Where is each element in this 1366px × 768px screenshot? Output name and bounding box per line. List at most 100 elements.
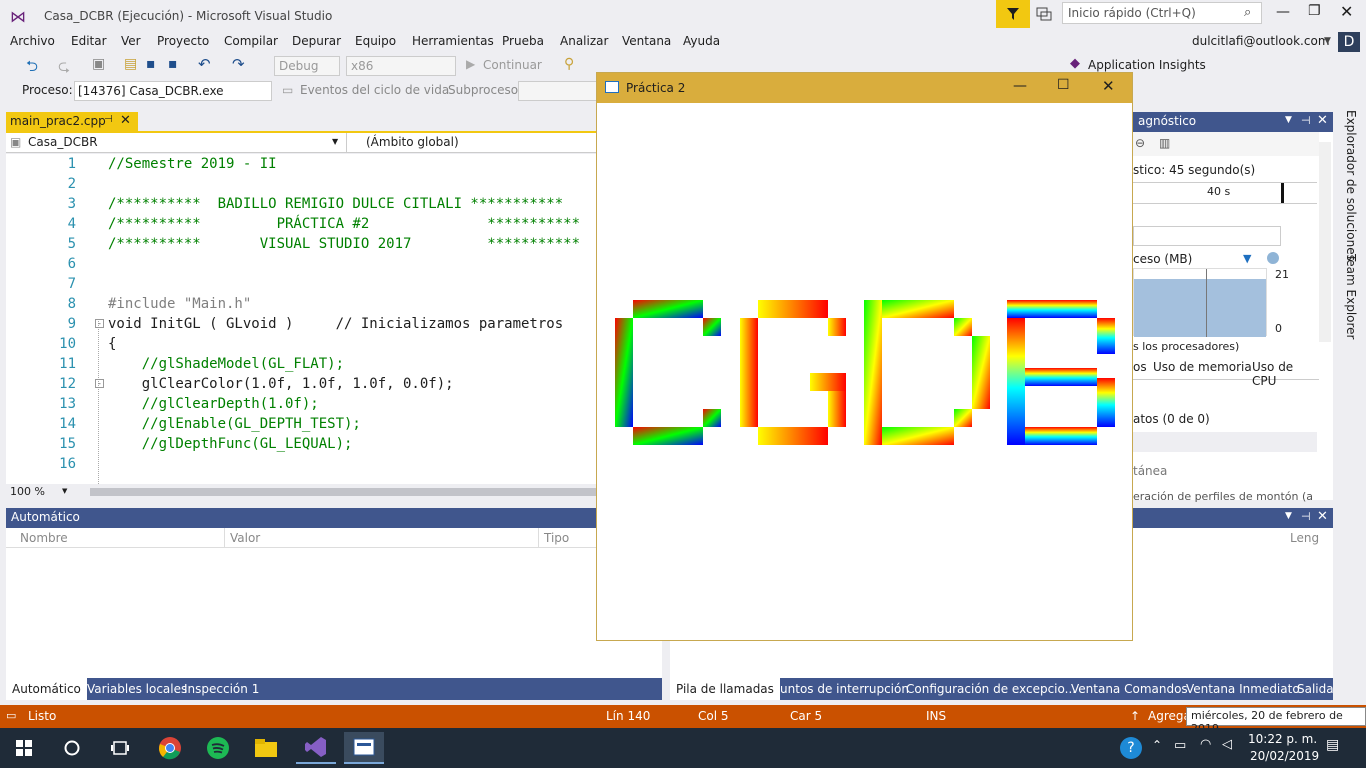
menu-archivo[interactable]: Archivo bbox=[10, 34, 55, 48]
menu-ver[interactable]: Ver bbox=[121, 34, 141, 48]
chevron-down-icon[interactable]: ▼ bbox=[1324, 36, 1331, 46]
subprocess-select[interactable] bbox=[518, 81, 598, 101]
status-column[interactable]: Col 5 bbox=[698, 709, 729, 723]
save-all-icon[interactable]: ▪ bbox=[168, 56, 178, 72]
tab-salida[interactable]: Salida bbox=[1291, 678, 1340, 700]
project-scope-select[interactable]: Casa_DCBR bbox=[28, 135, 98, 149]
menu-proyecto[interactable]: Proyecto bbox=[157, 34, 209, 48]
battery-icon[interactable]: ▭ bbox=[1174, 738, 1186, 753]
opengl-window[interactable]: Práctica 2 — ☐ ✕ bbox=[596, 72, 1133, 641]
close-icon[interactable]: ✕ bbox=[1317, 113, 1328, 128]
status-line[interactable]: Lín 140 bbox=[606, 709, 650, 723]
menu-herramientas[interactable]: Herramientas bbox=[412, 34, 494, 48]
pin-icon[interactable]: ⊣ bbox=[1301, 114, 1311, 127]
tab-ventana-inmediato[interactable]: Ventana Inmediato bbox=[1180, 678, 1306, 700]
redo-icon[interactable]: ↷ bbox=[232, 55, 245, 73]
opengl-app-taskbar-icon[interactable] bbox=[344, 732, 384, 764]
close-button[interactable]: ✕ bbox=[1340, 2, 1353, 21]
chrome-icon[interactable] bbox=[150, 732, 190, 764]
play-icon[interactable]: ▶ bbox=[466, 57, 475, 71]
global-scope-select[interactable]: (Ámbito global) bbox=[366, 135, 459, 149]
notifications-icon[interactable]: ▤ bbox=[1326, 737, 1339, 753]
task-view-icon[interactable] bbox=[100, 732, 140, 764]
chevron-down-icon[interactable]: ▼ bbox=[62, 487, 67, 495]
new-project-icon[interactable]: ▣ bbox=[92, 56, 105, 72]
pin-icon[interactable]: ⊣ bbox=[1301, 510, 1311, 523]
feedback-icon[interactable] bbox=[1036, 6, 1052, 22]
restore-button[interactable]: ❐ bbox=[1308, 3, 1321, 19]
open-file-icon[interactable]: ▤ bbox=[124, 56, 137, 72]
status-insert-mode[interactable]: INS bbox=[926, 709, 946, 723]
taskbar-date[interactable]: 20/02/2019 bbox=[1250, 749, 1319, 763]
minimize-button[interactable]: — bbox=[1276, 4, 1290, 20]
horizontal-scrollbar[interactable] bbox=[90, 488, 596, 496]
collapse-icon[interactable]: - bbox=[95, 379, 104, 388]
zoom-select[interactable]: 100 % bbox=[10, 485, 45, 498]
timeline-marker[interactable] bbox=[1281, 183, 1284, 203]
menu-prueba[interactable]: Prueba bbox=[502, 34, 544, 48]
platform-select[interactable]: x86 bbox=[346, 56, 456, 76]
volume-icon[interactable]: ◁ bbox=[1222, 737, 1232, 752]
tab-main-prac2[interactable]: main_prac2.cpp ⊣ ✕ bbox=[6, 112, 138, 132]
find-icon[interactable]: ⚲ bbox=[564, 56, 574, 72]
taskbar-time[interactable]: 10:22 p. m. bbox=[1248, 732, 1317, 746]
tab-explorador-de-soluciones[interactable]: Explorador de soluciones bbox=[1344, 110, 1358, 261]
cortana-icon[interactable] bbox=[52, 732, 92, 764]
code-editor[interactable]: 1//Semestre 2019 - II 2 3/********** BAD… bbox=[6, 154, 596, 484]
minimize-button[interactable]: — bbox=[1013, 78, 1027, 94]
wifi-icon[interactable]: ◠ bbox=[1200, 737, 1211, 752]
lifecycle-events-select[interactable]: Eventos del ciclo de vida bbox=[300, 83, 449, 97]
column-tipo[interactable]: Tipo bbox=[544, 531, 569, 545]
tab-puntos-de-interrupcion[interactable]: Puntos de interrupción bbox=[767, 678, 915, 700]
chevron-down-icon[interactable]: ▼ bbox=[1285, 511, 1292, 521]
windows-start-icon[interactable] bbox=[4, 732, 44, 764]
tab-variables-locales[interactable]: Variables locales bbox=[81, 678, 193, 700]
column-lenguaje[interactable]: Leng bbox=[1290, 531, 1319, 545]
user-account[interactable]: dulcitlafi@outlook.com bbox=[1192, 34, 1330, 48]
save-icon[interactable]: ▪ bbox=[146, 56, 156, 72]
tab-automatico[interactable]: Automático bbox=[6, 678, 87, 700]
menu-equipo[interactable]: Equipo bbox=[355, 34, 396, 48]
back-icon[interactable]: ⮌ bbox=[26, 56, 38, 81]
zoom-out-icon[interactable]: ⊖ bbox=[1135, 136, 1145, 150]
tab-inspeccion-1[interactable]: Inspección 1 bbox=[178, 678, 265, 700]
add-to-source-control[interactable]: Agrega bbox=[1148, 709, 1191, 723]
menu-ayuda[interactable]: Ayuda bbox=[683, 34, 720, 48]
maximize-button[interactable]: ☐ bbox=[1057, 77, 1070, 93]
process-select[interactable]: [14376] Casa_DCBR.exe bbox=[74, 81, 272, 101]
column-valor[interactable]: Valor bbox=[230, 531, 260, 545]
help-icon[interactable]: ? bbox=[1120, 737, 1142, 759]
menu-editar[interactable]: Editar bbox=[71, 34, 107, 48]
opengl-window-titlebar[interactable]: Práctica 2 — ☐ ✕ bbox=[597, 73, 1132, 103]
tab-configuracion-de-excepciones[interactable]: Configuración de excepcio... bbox=[900, 678, 1082, 700]
menu-analizar[interactable]: Analizar bbox=[560, 34, 608, 48]
collapse-icon[interactable]: - bbox=[95, 319, 104, 328]
vertical-scrollbar[interactable] bbox=[1319, 142, 1331, 342]
menu-compilar[interactable]: Compilar bbox=[224, 34, 278, 48]
undo-icon[interactable]: ↶ bbox=[198, 55, 211, 73]
chevron-down-icon[interactable]: ▼ bbox=[1285, 115, 1292, 125]
chevron-down-icon[interactable]: ▼ bbox=[332, 137, 338, 146]
menu-ventana[interactable]: Ventana bbox=[622, 34, 671, 48]
close-tab-icon[interactable]: ✕ bbox=[120, 113, 131, 128]
timeline-ruler[interactable]: 40 s bbox=[1133, 182, 1317, 204]
filter-icon[interactable] bbox=[996, 0, 1030, 28]
forward-icon[interactable]: ⮎ bbox=[58, 56, 70, 81]
column-nombre[interactable]: Nombre bbox=[20, 531, 68, 545]
close-button[interactable]: ✕ bbox=[1102, 77, 1115, 95]
timeline-selection[interactable] bbox=[1133, 226, 1281, 246]
close-icon[interactable]: ✕ bbox=[1317, 509, 1328, 524]
menu-depurar[interactable]: Depurar bbox=[292, 34, 341, 48]
pin-icon[interactable]: ⊣ bbox=[104, 114, 113, 125]
chevron-up-icon[interactable]: ⌃ bbox=[1152, 738, 1162, 752]
quick-launch-input[interactable]: Inicio rápido (Ctrl+Q) bbox=[1062, 2, 1262, 24]
chart-settings-icon[interactable]: ▥ bbox=[1159, 136, 1170, 150]
application-insights-button[interactable]: Application Insights bbox=[1088, 58, 1206, 72]
visual-studio-taskbar-icon[interactable] bbox=[296, 732, 336, 764]
configuration-select[interactable]: Debug bbox=[274, 56, 340, 76]
tab-ventana-comandos[interactable]: Ventana Comandos bbox=[1065, 678, 1194, 700]
spotify-icon[interactable] bbox=[198, 732, 238, 764]
tab-team-explorer[interactable]: Team Explorer bbox=[1344, 254, 1358, 340]
continue-button[interactable]: Continuar bbox=[483, 58, 542, 72]
tab-events[interactable]: os bbox=[1133, 360, 1147, 374]
